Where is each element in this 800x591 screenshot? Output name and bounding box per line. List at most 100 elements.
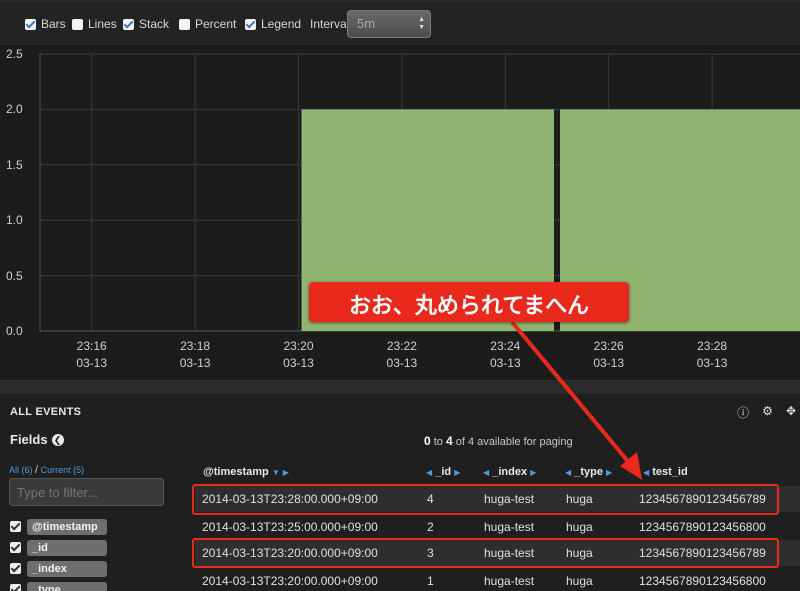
sort-down-icon[interactable]: ▼ — [272, 468, 280, 477]
column-id[interactable]: ◀ _id ▶ — [426, 466, 460, 478]
paging-to-word: to — [433, 436, 443, 448]
sort-arrows-icon[interactable]: ◀ — [483, 468, 489, 477]
checkbox-icon[interactable] — [123, 18, 134, 30]
info-icon[interactable]: ⓘ — [737, 404, 749, 421]
x-tick-label: 23:3003-13 — [786, 338, 800, 372]
column-type[interactable]: ◀ _type ▶ — [565, 466, 612, 478]
option-bars[interactable]: Bars — [25, 17, 66, 31]
column-timestamp[interactable]: @timestamp ▼ ▶ — [203, 466, 289, 478]
option-percent[interactable]: Percent — [179, 17, 236, 31]
checkbox-icon[interactable] — [10, 563, 21, 574]
chevron-left-icon[interactable]: ❮ — [51, 434, 64, 446]
option-lines[interactable]: Lines — [72, 17, 117, 31]
scope-separator: / — [35, 464, 39, 476]
field-item-id[interactable]: _id — [10, 537, 107, 558]
field-item-timestamp[interactable]: @timestamp — [10, 516, 107, 537]
field-chip[interactable]: _index — [27, 560, 107, 577]
sort-arrows-icon[interactable]: ◀ — [565, 468, 571, 477]
paging-from: 0 — [424, 434, 431, 448]
interval-value: 5m — [357, 16, 376, 31]
column-index-label: _index — [492, 466, 528, 478]
y-tick-label: 1.5 — [6, 157, 23, 172]
y-tick-label: 2.0 — [6, 102, 23, 117]
option-legend[interactable]: Legend — [245, 17, 301, 31]
fields-title-text: Fields — [10, 432, 48, 447]
cell-type: huga — [566, 520, 593, 534]
field-item-index[interactable]: _index — [10, 558, 107, 579]
column-type-label: _type — [574, 466, 603, 478]
sort-arrows-icon[interactable]: ▶ — [530, 468, 536, 477]
x-tick-label: 23:26 03-13 — [593, 339, 625, 370]
table-header: @timestamp ▼ ▶ ◀ _id ▶ ◀ _index ▶ ◀ _typ… — [195, 464, 800, 482]
interval-select[interactable]: 5m ▲ ▼ — [347, 10, 431, 38]
option-stack[interactable]: Stack — [123, 17, 169, 31]
checkbox-icon[interactable] — [25, 18, 36, 30]
panel-divider[interactable] — [0, 380, 800, 394]
current-fields-link[interactable]: Current (5) — [41, 465, 85, 475]
cell-index: huga-test — [484, 574, 535, 588]
option-percent-label: Percent — [195, 17, 237, 31]
checkbox-icon[interactable] — [10, 584, 21, 591]
option-legend-label: Legend — [261, 17, 302, 31]
sort-arrows-icon[interactable]: ▶ — [283, 468, 289, 477]
checkbox-icon[interactable] — [10, 521, 21, 532]
paging-rest: of 4 available for paging — [455, 436, 573, 448]
column-test-id-label: test_id — [652, 466, 688, 478]
cell-id: 1 — [427, 574, 434, 588]
column-id-label: _id — [435, 466, 452, 478]
toolbar-top-border — [0, 0, 800, 2]
histogram-chart: 0.0 0.5 1.0 1.5 2.0 2.5 23:16 03-13 23:18 03-13 23… — [0, 45, 800, 380]
gear-icon[interactable]: ⚙ — [762, 404, 773, 421]
interval-label: Interval — [310, 17, 350, 31]
column-timestamp-label: @timestamp — [203, 466, 269, 478]
events-panel: ALL EVENTS ⓘ ⚙ ✥ Fields ❮ 0 to 4 of 4 ava… — [0, 394, 800, 591]
checkbox-icon[interactable] — [72, 18, 83, 30]
field-chip[interactable]: @timestamp — [27, 518, 107, 535]
all-fields-link[interactable]: All (6) — [9, 465, 33, 475]
table-row[interactable]: 2014-03-13T23:20:00.000+09:00 1 huga-tes… — [195, 568, 800, 591]
sort-arrows-icon[interactable]: ◀ — [643, 468, 649, 477]
option-bars-label: Bars — [41, 17, 66, 31]
column-index[interactable]: ◀ _index ▶ — [483, 466, 536, 478]
x-tick-label: 23:18 03-13 — [179, 339, 211, 370]
cell-index: huga-test — [484, 520, 535, 534]
select-arrows-icon: ▲ ▼ — [418, 16, 425, 31]
move-icon[interactable]: ✥ — [786, 404, 796, 421]
fields-heading: Fields ❮ — [10, 432, 64, 447]
chart-toolbar: Bars Lines Stack Percent Legend Interval… — [0, 0, 800, 45]
y-tick-label: 1.0 — [6, 213, 23, 228]
x-tick-label: 23:16 03-13 — [76, 339, 108, 370]
events-panel-title: ALL EVENTS — [10, 406, 82, 418]
field-filter-input[interactable] — [9, 478, 164, 506]
field-item-type[interactable]: _type — [10, 579, 107, 591]
y-tick-label: 2.5 — [6, 47, 23, 61]
field-list: @timestamp _id _index _type — [10, 516, 107, 591]
sort-arrows-icon[interactable]: ▶ — [454, 468, 460, 477]
y-tick-label: 0.5 — [6, 268, 23, 283]
panel-icons: ⓘ ⚙ ✥ — [737, 404, 796, 421]
checkbox-icon[interactable] — [245, 18, 256, 30]
option-stack-label: Stack — [139, 17, 170, 31]
cell-test-id: 1234567890123456800 — [639, 520, 766, 534]
field-chip[interactable]: _type — [27, 581, 107, 591]
paging-info: 0 to 4 of 4 available for paging — [424, 434, 573, 448]
column-test-id[interactable]: ◀ test_id — [643, 466, 688, 478]
sort-arrows-icon[interactable]: ▶ — [606, 468, 612, 477]
x-tick-label: 23:20 03-13 — [283, 339, 314, 370]
highlight-box — [192, 538, 779, 568]
table-row[interactable]: 2014-03-13T23:25:00.000+09:00 2 huga-tes… — [195, 514, 800, 540]
field-scope-links: All (6) / Current (5) — [9, 464, 84, 476]
cell-timestamp: 2014-03-13T23:25:00.000+09:00 — [202, 520, 378, 534]
field-chip[interactable]: _id — [27, 539, 107, 556]
x-tick-label: 23:24 03-13 — [489, 339, 521, 370]
cell-timestamp: 2014-03-13T23:20:00.000+09:00 — [202, 574, 378, 588]
x-tick-label: 23:28 03-13 — [696, 339, 728, 370]
sort-arrows-icon[interactable]: ◀ — [426, 468, 432, 477]
checkbox-icon[interactable] — [179, 18, 190, 30]
paging-to: 4 — [446, 434, 453, 448]
cell-id: 2 — [427, 520, 434, 534]
option-lines-label: Lines — [88, 17, 117, 31]
checkbox-icon[interactable] — [10, 542, 21, 553]
histogram-svg — [39, 53, 800, 332]
cell-test-id: 1234567890123456800 — [639, 574, 766, 588]
